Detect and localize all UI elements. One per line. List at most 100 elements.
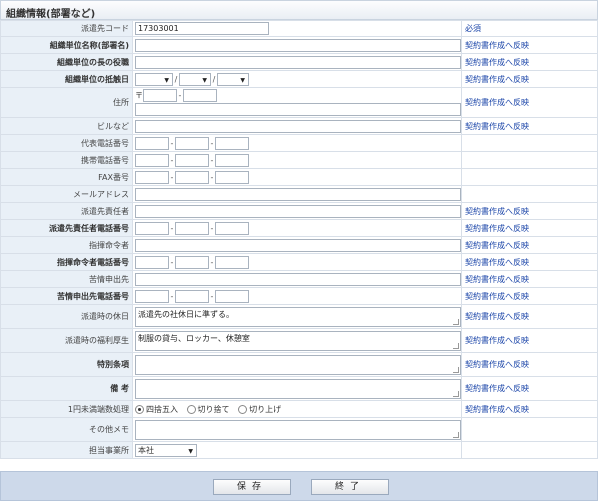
postal-code-2-input[interactable] bbox=[183, 89, 217, 102]
row-mobile-phone: 携帯電話番号 -- bbox=[0, 151, 598, 169]
special-textarea[interactable] bbox=[135, 354, 461, 375]
row-other-memo: その他メモ bbox=[0, 417, 598, 442]
conflict-date-label: 組織単位の抵触日 bbox=[0, 70, 133, 88]
resize-grip-icon[interactable] bbox=[453, 431, 459, 438]
rounding-label: 1円未満端数処理 bbox=[0, 400, 133, 418]
mobile-phone-2-input[interactable] bbox=[175, 153, 209, 167]
reflect-link-complaint-phone[interactable]: 契約書作成へ反映 bbox=[461, 287, 598, 305]
resize-grip-icon[interactable] bbox=[453, 318, 459, 325]
commander-phone-3-input[interactable] bbox=[215, 255, 249, 269]
building-label: ビルなど bbox=[0, 117, 133, 135]
row-holidays: 派遣時の休日 派遣先の社休日に準ずる。 契約書作成へ反映 bbox=[0, 304, 598, 329]
postal-code-1-input[interactable] bbox=[143, 89, 177, 102]
org-info-form: 派遣先コード 17303001 必須 組織単位名称(部署名) 契約書作成へ反映 … bbox=[0, 20, 598, 459]
dest-manager-phone-3-input[interactable] bbox=[215, 221, 249, 235]
complaint-phone-1-input[interactable] bbox=[135, 289, 169, 303]
dest-manager-phone-1-input[interactable] bbox=[135, 221, 169, 235]
complaint-phone-3-input[interactable] bbox=[215, 289, 249, 303]
reflect-link-complaint[interactable]: 契約書作成へ反映 bbox=[461, 270, 598, 288]
mobile-phone-3-input[interactable] bbox=[215, 153, 249, 167]
reflect-link-commander-phone[interactable]: 契約書作成へ反映 bbox=[461, 253, 598, 271]
main-phone-2-input[interactable] bbox=[175, 136, 209, 150]
complaint-phone-2-input[interactable] bbox=[175, 289, 209, 303]
office-select[interactable]: 本社 ▼ bbox=[135, 443, 197, 457]
welfare-textarea[interactable]: 制服の貸与、ロッカー、休憩室 bbox=[135, 330, 461, 351]
reflect-link-rounding[interactable]: 契約書作成へ反映 bbox=[461, 400, 598, 418]
row-complaint-phone: 苦情申出先電話番号 -- 契約書作成へ反映 bbox=[0, 287, 598, 305]
resize-grip-icon[interactable] bbox=[453, 390, 459, 397]
other-memo-textarea[interactable] bbox=[135, 419, 461, 440]
org-head-title-input[interactable] bbox=[135, 55, 461, 69]
fax-label: FAX番号 bbox=[0, 168, 133, 186]
reflect-link-building[interactable]: 契約書作成へ反映 bbox=[461, 117, 598, 135]
section-title: 組織情報(部署など) bbox=[6, 9, 96, 20]
reflect-link-conflict-date[interactable]: 契約書作成へ反映 bbox=[461, 70, 598, 88]
org-name-input[interactable] bbox=[135, 38, 461, 52]
main-phone-3-input[interactable] bbox=[215, 136, 249, 150]
reflect-link-dest-manager[interactable]: 契約書作成へ反映 bbox=[461, 202, 598, 220]
remarks-label: 備 考 bbox=[0, 376, 133, 401]
reflect-link-holidays[interactable]: 契約書作成へ反映 bbox=[461, 304, 598, 329]
conflict-day-select[interactable]: ▼ bbox=[217, 72, 249, 86]
rounding-option-round[interactable]: 四捨五入 bbox=[135, 404, 178, 415]
reflect-link-org-name[interactable]: 契約書作成へ反映 bbox=[461, 36, 598, 54]
close-button[interactable]: 終了 bbox=[311, 479, 389, 495]
radio-icon bbox=[238, 404, 248, 414]
rounding-option-ceil[interactable]: 切り上げ bbox=[238, 404, 281, 415]
row-dest-code: 派遣先コード 17303001 必須 bbox=[0, 20, 598, 37]
row-fax: FAX番号 -- bbox=[0, 168, 598, 186]
rounding-option-floor[interactable]: 切り捨て bbox=[186, 404, 230, 415]
reflect-link-address[interactable]: 契約書作成へ反映 bbox=[461, 87, 598, 118]
commander-phone-1-input[interactable] bbox=[135, 255, 169, 269]
remarks-textarea[interactable] bbox=[135, 378, 461, 399]
holidays-text: 派遣先の社休日に準ずる。 bbox=[138, 309, 234, 319]
conflict-month-select[interactable]: ▼ bbox=[179, 72, 211, 86]
row-address: 住所 〒 - 契約書作成へ反映 bbox=[0, 87, 598, 118]
reflect-link-welfare[interactable]: 契約書作成へ反映 bbox=[461, 328, 598, 353]
chevron-down-icon: ▼ bbox=[164, 76, 169, 84]
fax-2-input[interactable] bbox=[175, 170, 209, 184]
resize-grip-icon[interactable] bbox=[453, 342, 459, 349]
row-complaint: 苦情申出先 契約書作成へ反映 bbox=[0, 270, 598, 288]
conflict-year-select[interactable]: ▼ bbox=[135, 72, 173, 86]
dest-manager-phone-2-input[interactable] bbox=[175, 221, 209, 235]
building-input[interactable] bbox=[135, 119, 461, 133]
row-office: 担当事業所 本社 ▼ bbox=[0, 441, 598, 459]
fax-1-input[interactable] bbox=[135, 170, 169, 184]
main-phone-1-input[interactable] bbox=[135, 136, 169, 150]
reflect-link-commander[interactable]: 契約書作成へ反映 bbox=[461, 236, 598, 254]
complaint-input[interactable] bbox=[135, 272, 461, 286]
save-button[interactable]: 保存 bbox=[213, 479, 291, 495]
fax-3-input[interactable] bbox=[215, 170, 249, 184]
dest-manager-phone-label: 派遣先責任者電話番号 bbox=[0, 219, 133, 237]
resize-grip-icon[interactable] bbox=[453, 366, 459, 373]
email-label: メールアドレス bbox=[0, 185, 133, 203]
address-input[interactable] bbox=[135, 103, 461, 116]
commander-phone-2-input[interactable] bbox=[175, 255, 209, 269]
mobile-phone-1-input[interactable] bbox=[135, 153, 169, 167]
radio-icon bbox=[186, 404, 196, 414]
holidays-textarea[interactable]: 派遣先の社休日に準ずる。 bbox=[135, 306, 461, 327]
dest-code-input[interactable]: 17303001 bbox=[135, 22, 269, 35]
row-special: 特別条項 契約書作成へ反映 bbox=[0, 352, 598, 377]
dest-manager-label: 派遣先責任者 bbox=[0, 202, 133, 220]
row-main-phone: 代表電話番号 -- bbox=[0, 134, 598, 152]
dest-code-label: 派遣先コード bbox=[0, 20, 133, 37]
reflect-link-dest-manager-phone[interactable]: 契約書作成へ反映 bbox=[461, 219, 598, 237]
row-org-head-title: 組織単位の長の役職 契約書作成へ反映 bbox=[0, 53, 598, 71]
row-dest-manager-phone: 派遣先責任者電話番号 -- 契約書作成へ反映 bbox=[0, 219, 598, 237]
commander-input[interactable] bbox=[135, 238, 461, 252]
complaint-phone-label: 苦情申出先電話番号 bbox=[0, 287, 133, 305]
reflect-link-remarks[interactable]: 契約書作成へ反映 bbox=[461, 376, 598, 401]
dest-manager-input[interactable] bbox=[135, 204, 461, 218]
row-email: メールアドレス bbox=[0, 185, 598, 203]
row-welfare: 派遣時の福利厚生 制服の貸与、ロッカー、休憩室 契約書作成へ反映 bbox=[0, 328, 598, 353]
other-memo-label: その他メモ bbox=[0, 417, 133, 442]
reflect-link-org-head-title[interactable]: 契約書作成へ反映 bbox=[461, 53, 598, 71]
commander-phone-label: 指揮命令者電話番号 bbox=[0, 253, 133, 271]
row-org-name: 組織単位名称(部署名) 契約書作成へ反映 bbox=[0, 36, 598, 54]
email-input[interactable] bbox=[135, 187, 461, 201]
radio-selected-icon bbox=[135, 404, 144, 414]
commander-label: 指揮命令者 bbox=[0, 236, 133, 254]
reflect-link-special[interactable]: 契約書作成へ反映 bbox=[461, 352, 598, 377]
